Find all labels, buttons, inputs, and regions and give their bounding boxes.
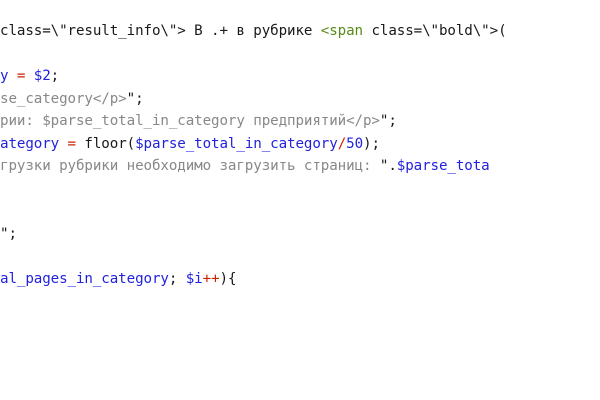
- code-token-variable: $parse_total_in_category: [135, 135, 338, 152]
- code-token-default: ";: [126, 90, 144, 107]
- code-token-default: ";: [379, 113, 397, 129]
- code-line: рии: $parse_total_in_category предприяти…: [0, 110, 507, 133]
- code-token-variable: ategory: [0, 135, 60, 152]
- code-line: грузки рубрики необходимо загрузить стра…: [0, 155, 507, 178]
- code-line: class=\"result_info\"> В .+ в рубрике <s…: [0, 20, 507, 43]
- code-token-variable: al_pages_in_category: [0, 270, 169, 287]
- code-line: ategory = floor($parse_total_in_category…: [0, 133, 507, 156]
- code-token-default: ";: [0, 225, 17, 242]
- code-token-variable: $2: [33, 68, 51, 84]
- code-token-comment: рии: $parse_total_in_category предприяти…: [0, 113, 380, 129]
- code-token-variable: $i: [185, 270, 203, 287]
- code-line: ";: [0, 223, 507, 246]
- code-token-number: 50: [346, 135, 364, 152]
- code-token-operator: /: [337, 135, 347, 152]
- code-token-operator: =: [59, 135, 85, 152]
- code-token-default: ){: [219, 270, 237, 287]
- code-editor[interactable]: class=\"result_info\"> В .+ в рубрике <s…: [0, 0, 600, 400]
- code-line: y = $2;: [0, 65, 507, 88]
- code-token-string: class=\"bold\">: [363, 23, 499, 39]
- code-token-operator: =: [8, 68, 34, 84]
- code-token-comment: грузки рубрики необходимо загрузить стра…: [0, 158, 380, 174]
- code-token-string: (: [498, 23, 507, 39]
- code-lines: class=\"result_info\"> В .+ в рубрике <s…: [0, 20, 507, 290]
- code-token-operator: ++: [202, 270, 220, 287]
- code-token-string: class=\"result_info\"> В .+ в рубрике: [0, 23, 321, 39]
- code-token-default: ".: [379, 158, 397, 174]
- code-token-comment: se_category</p>: [0, 90, 127, 107]
- code-token-default: ;: [50, 68, 60, 84]
- code-token-default: ;: [168, 270, 186, 287]
- code-token-default: );: [363, 135, 380, 152]
- code-line: al_pages_in_category; $i++){: [0, 268, 507, 291]
- code-token-variable: $parse_tota: [396, 158, 490, 174]
- code-token-default: floor(: [84, 135, 136, 152]
- code-token-tag: <span: [320, 23, 363, 39]
- code-line: se_category</p>";: [0, 88, 507, 111]
